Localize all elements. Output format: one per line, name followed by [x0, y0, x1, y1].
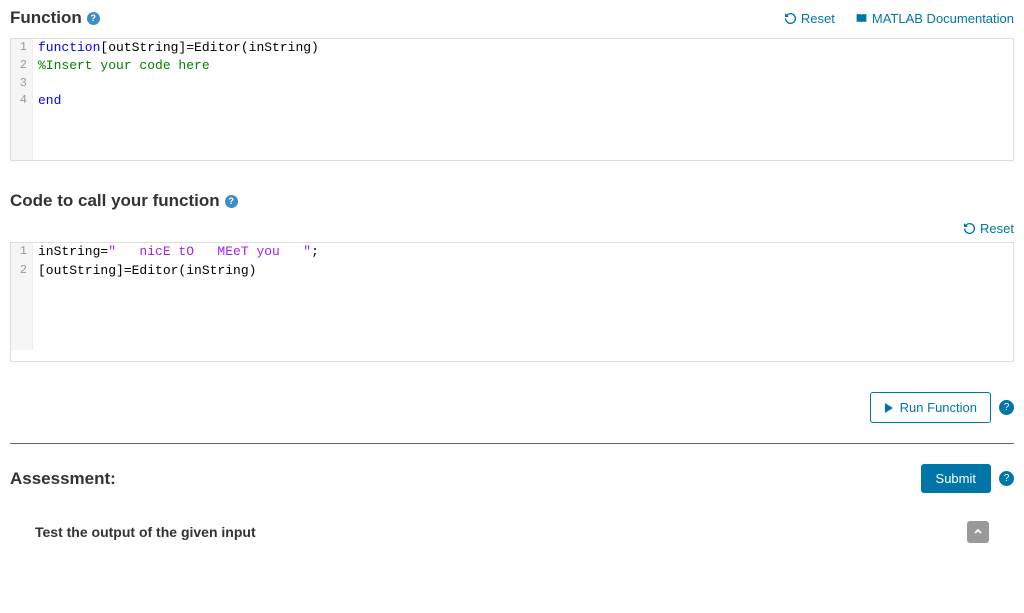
- keyword-end[interactable]: end: [33, 92, 61, 110]
- string-literal: " nicE tO MEeT you ": [108, 244, 311, 259]
- function-title-text: Function: [10, 8, 82, 28]
- line-number: 2: [11, 262, 33, 280]
- assessment-header: Assessment: Submit ?: [10, 464, 1014, 493]
- code-text: [outString]=Editor(inString): [100, 40, 318, 55]
- line-number: 1: [11, 39, 33, 57]
- keyword-function: function: [38, 40, 100, 55]
- code-text[interactable]: [outString]=Editor(inString): [33, 262, 256, 280]
- function-header-links: Reset MATLAB Documentation: [784, 11, 1014, 26]
- run-button-label: Run Function: [900, 400, 977, 415]
- run-function-button[interactable]: Run Function: [870, 392, 991, 423]
- reset-call-label: Reset: [980, 221, 1014, 236]
- info-icon[interactable]: ?: [999, 400, 1014, 415]
- call-header: Code to call your function ?: [10, 191, 1014, 211]
- reset-function-link[interactable]: Reset: [784, 11, 835, 26]
- function-code-editor[interactable]: 1 function[outString]=Editor(inString) 2…: [10, 38, 1014, 161]
- test-label: Test the output of the given input: [35, 524, 256, 540]
- code-line: 2 %Insert your code here: [11, 57, 1013, 75]
- call-title: Code to call your function ?: [10, 191, 238, 211]
- code-line: 1 function[outString]=Editor(inString): [11, 39, 1013, 57]
- reset-call-link[interactable]: Reset: [963, 221, 1014, 236]
- test-item: Test the output of the given input: [10, 511, 1014, 553]
- code-text: ;: [311, 244, 319, 259]
- function-title: Function ?: [10, 8, 100, 28]
- code-content[interactable]: inString=" nicE tO MEeT you ";: [33, 243, 319, 261]
- code-text[interactable]: [33, 75, 38, 92]
- chevron-up-icon: [973, 527, 983, 537]
- reset-function-label: Reset: [801, 11, 835, 26]
- call-code-editor[interactable]: 1 inString=" nicE tO MEeT you "; 2 [outS…: [10, 242, 1014, 362]
- matlab-doc-link[interactable]: MATLAB Documentation: [855, 11, 1014, 26]
- code-text: inString=: [38, 244, 108, 259]
- help-icon[interactable]: ?: [87, 12, 100, 25]
- doc-link-label: MATLAB Documentation: [872, 11, 1014, 26]
- editor-spacer: [11, 280, 1013, 350]
- code-line: 2 [outString]=Editor(inString): [11, 262, 1013, 280]
- call-reset-row: Reset: [10, 221, 1014, 236]
- run-row: Run Function ?: [10, 392, 1014, 423]
- expand-button[interactable]: [967, 521, 989, 543]
- line-number: 4: [11, 92, 33, 110]
- submit-group: Submit ?: [921, 464, 1014, 493]
- gutter-spacer: [11, 280, 33, 350]
- help-icon[interactable]: ?: [225, 195, 238, 208]
- assessment-title: Assessment:: [10, 469, 116, 489]
- code-comment[interactable]: %Insert your code here: [33, 57, 210, 75]
- gutter-spacer: [11, 110, 33, 160]
- info-icon[interactable]: ?: [999, 471, 1014, 486]
- editor-spacer: [11, 110, 1013, 160]
- code-line: 1 inString=" nicE tO MEeT you ";: [11, 243, 1013, 261]
- section-divider: [10, 443, 1014, 444]
- call-title-text: Code to call your function: [10, 191, 220, 211]
- submit-button-label: Submit: [936, 471, 976, 486]
- line-number: 1: [11, 243, 33, 261]
- line-number: 3: [11, 75, 33, 92]
- code-line: 4 end: [11, 92, 1013, 110]
- line-number: 2: [11, 57, 33, 75]
- reset-icon: [784, 12, 797, 25]
- reset-icon: [963, 222, 976, 235]
- function-header: Function ? Reset MATLAB Documentation: [10, 8, 1014, 28]
- code-content[interactable]: function[outString]=Editor(inString): [33, 39, 319, 57]
- book-icon: [855, 12, 868, 25]
- submit-button[interactable]: Submit: [921, 464, 991, 493]
- code-line: 3: [11, 75, 1013, 92]
- play-icon: [884, 403, 894, 413]
